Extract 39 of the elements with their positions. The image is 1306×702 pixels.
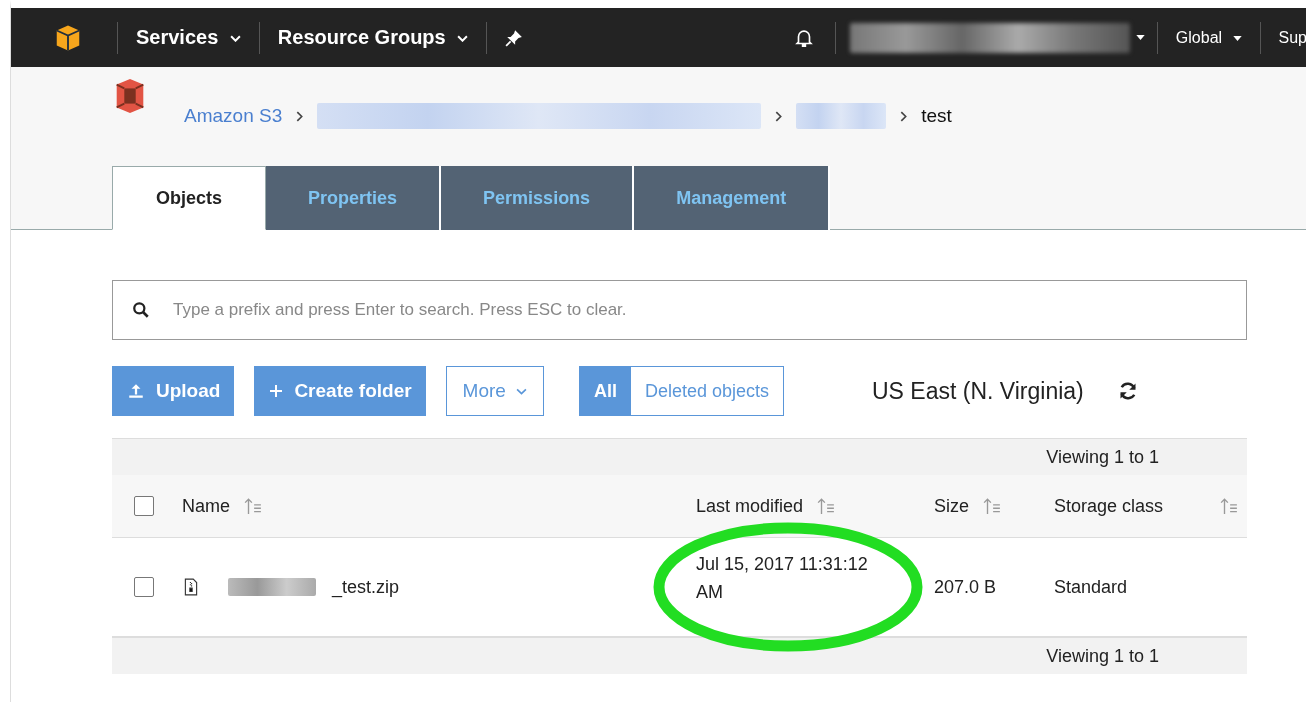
pin-icon[interactable] bbox=[505, 28, 524, 47]
caret-icon bbox=[1232, 35, 1242, 41]
nav-menu[interactable]: Resource Groups bbox=[271, 26, 475, 49]
nav-menu[interactable]: Services bbox=[130, 26, 247, 49]
caret-icon bbox=[229, 35, 241, 43]
column-header[interactable]: Size bbox=[934, 495, 969, 517]
zip-file-icon bbox=[182, 578, 200, 596]
file-name[interactable]: _test.zip bbox=[332, 576, 400, 598]
caret-icon bbox=[515, 387, 527, 395]
tab[interactable]: Objects bbox=[112, 166, 267, 230]
breadcrumb-link[interactable]: Amazon S3 bbox=[184, 105, 283, 127]
search-field[interactable]: Type a prefix and press Enter to search. Press ESC to clear. bbox=[112, 280, 1247, 340]
table-cell: Standard bbox=[1054, 576, 1128, 598]
table-cell-text: Jul 15, 2017 11:31:12 AM bbox=[696, 553, 869, 604]
upload-icon bbox=[126, 382, 146, 400]
blurred-account[interactable] bbox=[849, 22, 1130, 53]
pager-text: Viewing 1 to 1 bbox=[1046, 645, 1159, 667]
chevron-icon bbox=[296, 110, 304, 122]
caret-icon[interactable] bbox=[1135, 35, 1145, 40]
column-header[interactable]: Storage class bbox=[1054, 495, 1164, 517]
support-menu[interactable]: Sup bbox=[1272, 28, 1306, 47]
checkbox[interactable] bbox=[134, 577, 154, 597]
plus-icon bbox=[268, 383, 285, 399]
column-header[interactable]: Name bbox=[182, 495, 230, 517]
column-header[interactable]: Last modified bbox=[696, 495, 804, 517]
region-label: US East (N. Virginia) bbox=[872, 377, 1084, 405]
search-icon bbox=[132, 301, 150, 319]
sort-icon[interactable] bbox=[817, 496, 836, 516]
region-menu[interactable]: Global bbox=[1169, 28, 1248, 47]
table-cell: 207.0 B bbox=[934, 576, 997, 598]
caret-icon bbox=[457, 35, 469, 43]
breadcrumb-current: test bbox=[921, 105, 952, 127]
pager-text: Viewing 1 to 1 bbox=[1046, 446, 1159, 468]
chevron-icon bbox=[900, 110, 908, 122]
sort-icon[interactable] bbox=[1220, 496, 1238, 516]
sort-icon[interactable] bbox=[983, 496, 1001, 516]
chevron-icon bbox=[775, 110, 783, 122]
sort-icon[interactable] bbox=[244, 496, 262, 516]
checkbox[interactable] bbox=[134, 496, 154, 516]
